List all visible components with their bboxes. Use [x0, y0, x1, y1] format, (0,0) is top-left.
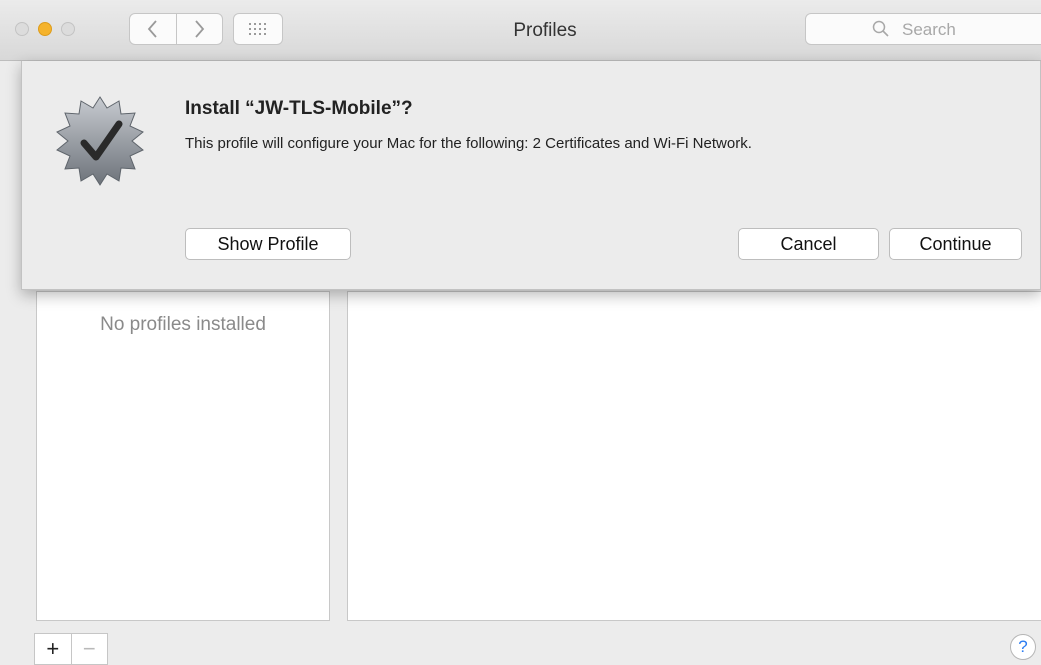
remove-profile-button[interactable]: − [70, 634, 108, 664]
chevron-left-icon [147, 20, 157, 38]
profiles-list[interactable]: No profiles installed [36, 291, 330, 621]
install-profile-sheet: Install “JW-TLS-Mobile”? This profile wi… [21, 61, 1041, 290]
show-all-grid-icon [249, 23, 266, 35]
continue-button[interactable]: Continue [889, 228, 1022, 260]
show-profile-button[interactable]: Show Profile [185, 228, 351, 260]
add-profile-button[interactable]: + [35, 634, 71, 664]
profile-detail-pane [347, 291, 1041, 621]
help-button[interactable]: ? [1010, 634, 1036, 660]
sheet-message: This profile will configure your Mac for… [185, 135, 752, 152]
window-title: Profiles [513, 20, 577, 41]
back-forward-group [129, 13, 223, 45]
forward-button[interactable] [175, 14, 223, 44]
minimize-window-button[interactable] [38, 22, 52, 36]
empty-profiles-message: No profiles installed [100, 314, 266, 335]
chevron-right-icon [195, 20, 205, 38]
sheet-title: Install “JW-TLS-Mobile”? [185, 98, 413, 119]
add-remove-control: + − [34, 633, 108, 665]
search-placeholder: Search [902, 20, 956, 39]
close-window-button[interactable] [15, 22, 29, 36]
verified-checkmark-badge-icon [56, 96, 144, 186]
back-button[interactable] [130, 14, 176, 44]
search-field[interactable]: Search [805, 13, 1041, 45]
window-titlebar: Profiles Search [0, 0, 1041, 61]
cancel-button[interactable]: Cancel [738, 228, 879, 260]
show-all-button[interactable] [233, 13, 283, 45]
magnifier-icon [872, 20, 889, 37]
zoom-window-button[interactable] [61, 22, 75, 36]
